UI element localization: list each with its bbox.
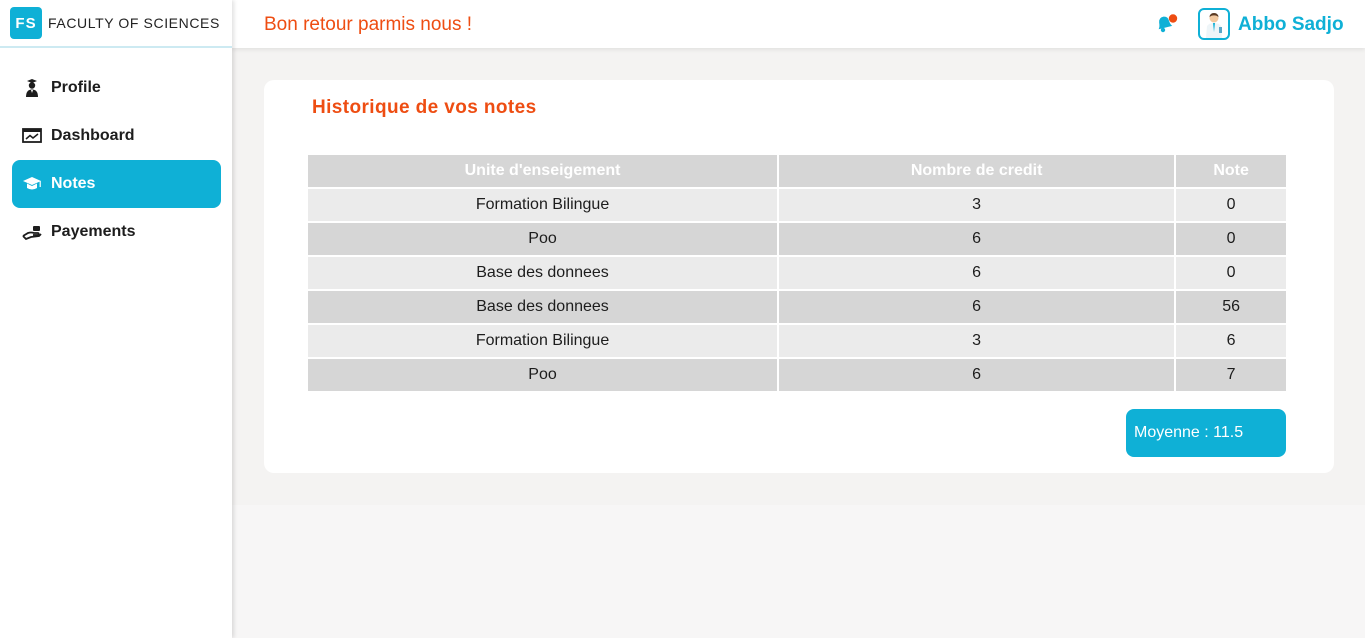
table-row: Poo 6 0 [308, 223, 1286, 255]
column-header-unit: Unite d'enseigement [308, 155, 778, 187]
cell-note: 0 [1176, 189, 1286, 221]
cell-credits: 6 [779, 291, 1175, 323]
sidebar-item-label: Notes [51, 175, 96, 192]
cell-credits: 3 [779, 325, 1175, 357]
cell-note: 6 [1176, 325, 1286, 357]
column-header-credits: Nombre de credit [779, 155, 1175, 187]
cell-unit: Poo [308, 223, 778, 255]
column-header-note: Note [1176, 155, 1286, 187]
sidebar-item-label: Dashboard [51, 127, 135, 144]
table-row: Formation Bilingue 3 6 [308, 325, 1286, 357]
top-header: Bon retour parmis nous ! Abbo Sadjo [232, 0, 1365, 48]
table-row: Base des donnees 6 0 [308, 257, 1286, 289]
grades-table: Unite d'enseigement Nombre de credit Not… [306, 153, 1288, 393]
table-row: Formation Bilingue 3 0 [308, 189, 1286, 221]
cell-unit: Base des donnees [308, 257, 778, 289]
hand-money-icon [22, 222, 42, 242]
table-row: Base des donnees 6 56 [308, 291, 1286, 323]
sidebar-nav: Profile Dashboard Notes Payements [0, 64, 232, 256]
cell-unit: Formation Bilingue [308, 189, 778, 221]
user-name[interactable]: Abbo Sadjo [1238, 14, 1344, 36]
sidebar-item-label: Profile [51, 79, 101, 96]
cell-unit: Formation Bilingue [308, 325, 778, 357]
cell-note: 0 [1176, 223, 1286, 255]
bell-icon[interactable] [1154, 13, 1178, 35]
page-title: Historique de vos notes [312, 97, 537, 118]
cell-unit: Base des donnees [308, 291, 778, 323]
cell-credits: 6 [779, 223, 1175, 255]
welcome-message: Bon retour parmis nous ! [264, 14, 473, 35]
table-row: Poo 6 7 [308, 359, 1286, 391]
table-header-row: Unite d'enseigement Nombre de credit Not… [308, 155, 1286, 187]
sidebar-item-payements[interactable]: Payements [12, 208, 221, 256]
cell-credits: 6 [779, 359, 1175, 391]
cell-credits: 3 [779, 189, 1175, 221]
graduate-user-icon [22, 78, 42, 98]
cell-note: 0 [1176, 257, 1286, 289]
graduation-cap-icon [22, 174, 42, 194]
sidebar-item-dashboard[interactable]: Dashboard [12, 112, 221, 160]
avatar[interactable] [1198, 8, 1230, 40]
cell-credits: 6 [779, 257, 1175, 289]
brand-logo[interactable]: FS [10, 7, 42, 39]
brand-name: FACULTY OF SCIENCES [48, 15, 220, 31]
cell-note: 56 [1176, 291, 1286, 323]
cell-unit: Poo [308, 359, 778, 391]
sidebar: FS FACULTY OF SCIENCES Profile Dashboard… [0, 0, 232, 638]
brand[interactable]: FS FACULTY OF SCIENCES [0, 0, 232, 48]
cell-note: 7 [1176, 359, 1286, 391]
average-button[interactable]: Moyenne : 11.5 [1126, 409, 1286, 457]
sidebar-item-notes[interactable]: Notes [12, 160, 221, 208]
sidebar-item-profile[interactable]: Profile [12, 64, 221, 112]
chart-board-icon [22, 126, 42, 146]
notes-history-card: Historique de vos notes Unite d'enseigem… [264, 80, 1334, 473]
sidebar-item-label: Payements [51, 223, 136, 240]
